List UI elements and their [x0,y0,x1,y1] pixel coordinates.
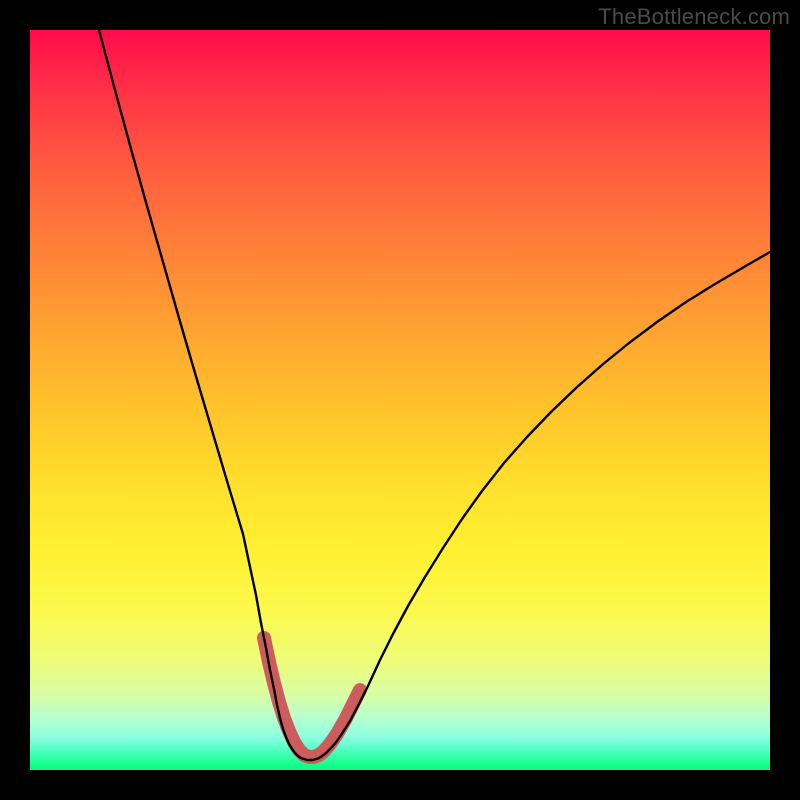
chart-svg [30,30,770,770]
curve-path [99,30,770,760]
watermark-text: TheBottleneck.com [598,4,790,30]
highlight-path [264,638,360,757]
chart-area [30,30,770,770]
